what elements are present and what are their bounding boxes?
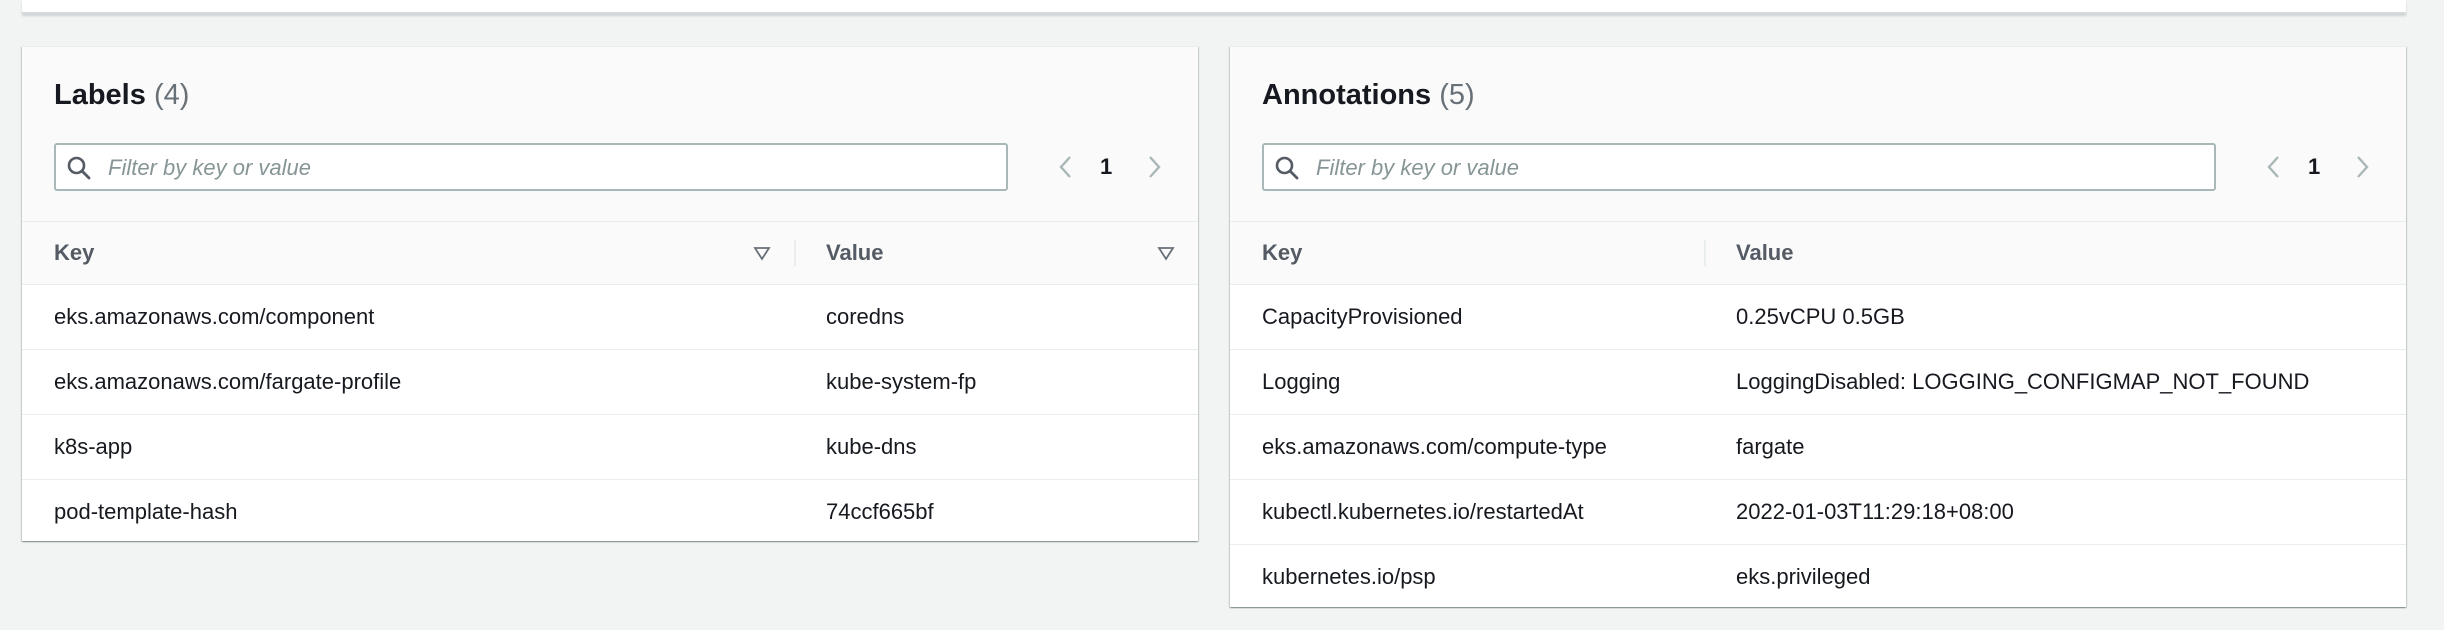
sort-icon[interactable] [752,243,772,263]
annotations-page-number[interactable]: 1 [2308,154,2320,180]
annotations-title: Annotations (5) [1262,79,1475,112]
annotation-key: eks.amazonaws.com/compute-type [1230,414,1704,480]
table-row: CapacityProvisioned 0.25vCPU 0.5GB [1230,284,2406,350]
label-value: coredns [794,284,1198,350]
labels-title: Labels (4) [54,79,189,112]
chevron-left-icon[interactable] [2260,153,2288,181]
table-row: Logging LoggingDisabled: LOGGING_CONFIGM… [1230,349,2406,415]
chevron-right-icon[interactable] [1140,153,1168,181]
table-row: k8s-app kube-dns [22,414,1198,480]
key-column-label: Key [1262,240,1303,265]
value-column-label: Value [826,240,884,265]
label-value: 74ccf665bf [826,499,934,524]
table-row: kubernetes.io/psp eks.privileged [1230,545,2406,610]
labels-panel: Labels (4) 1 Key [22,46,1198,541]
labels-table: Key Value eks.amazonaws.com/component co… [22,222,1198,544]
label-key: pod-template-hash [54,499,238,524]
annotations-count: (5) [1439,79,1475,111]
labels-table-header: Key Value [22,222,1198,285]
annotations-filter [1262,143,2216,191]
chevron-left-icon[interactable] [1052,153,1080,181]
label-key: eks.amazonaws.com/component [22,284,794,350]
annotations-panel: Annotations (5) 1 Key [1230,46,2406,607]
search-icon [67,156,91,180]
table-row: eks.amazonaws.com/fargate-profile kube-s… [22,349,1198,415]
labels-header: Labels (4) 1 [22,47,1198,222]
chevron-right-icon[interactable] [2348,153,2376,181]
labels-pagination: 1 [1052,147,1172,187]
labels-filter-input[interactable] [106,145,990,191]
annotations-title-text: Annotations [1262,79,1432,111]
table-row: eks.amazonaws.com/component coredns [22,284,1198,350]
annotations-table: Key Value CapacityProvisioned 0.25vCPU 0… [1230,222,2406,609]
key-column-label: Key [54,240,95,265]
column-divider[interactable] [794,240,796,266]
annotations-filter-input[interactable] [1314,145,2198,191]
annotations-pagination: 1 [2260,147,2380,187]
table-row: eks.amazonaws.com/compute-type fargate [1230,414,2406,480]
column-divider[interactable] [1704,240,1706,266]
annotation-key: Logging [1230,349,1704,415]
labels-page-number[interactable]: 1 [1100,154,1112,180]
labels-key-column-header[interactable]: Key [22,222,794,285]
annotations-value-column-header: Value [1704,222,2406,285]
annotation-value: LoggingDisabled: LOGGING_CONFIGMAP_NOT_F… [1704,349,2406,415]
annotation-value: 2022-01-03T11:29:18+08:00 [1704,479,2406,545]
labels-count: (4) [153,79,190,111]
annotation-key: CapacityProvisioned [1230,284,1704,350]
label-key: k8s-app [22,414,794,480]
annotation-value: 0.25vCPU 0.5GB [1704,284,2406,350]
annotation-value: fargate [1704,414,2406,480]
annotations-table-header: Key Value [1230,222,2406,285]
label-value: kube-dns [794,414,1198,480]
table-row: kubectl.kubernetes.io/restartedAt 2022-0… [1230,479,2406,545]
search-icon [1275,156,1299,180]
labels-title-text: Labels [54,79,146,111]
table-row: pod-template-hash 74ccf665bf [22,480,1198,545]
annotations-header: Annotations (5) 1 [1230,47,2406,222]
value-column-label: Value [1736,240,1794,265]
annotation-value: eks.privileged [1736,564,1871,589]
top-panel-edge [22,0,2406,14]
label-key: eks.amazonaws.com/fargate-profile [22,349,794,415]
labels-filter [54,143,1008,191]
sort-icon[interactable] [1156,243,1176,263]
label-value: kube-system-fp [794,349,1198,415]
annotations-key-column-header: Key [1230,222,1704,285]
annotation-key: kubernetes.io/psp [1262,564,1436,589]
annotation-key: kubectl.kubernetes.io/restartedAt [1230,479,1704,545]
labels-value-column-header[interactable]: Value [794,222,1198,285]
